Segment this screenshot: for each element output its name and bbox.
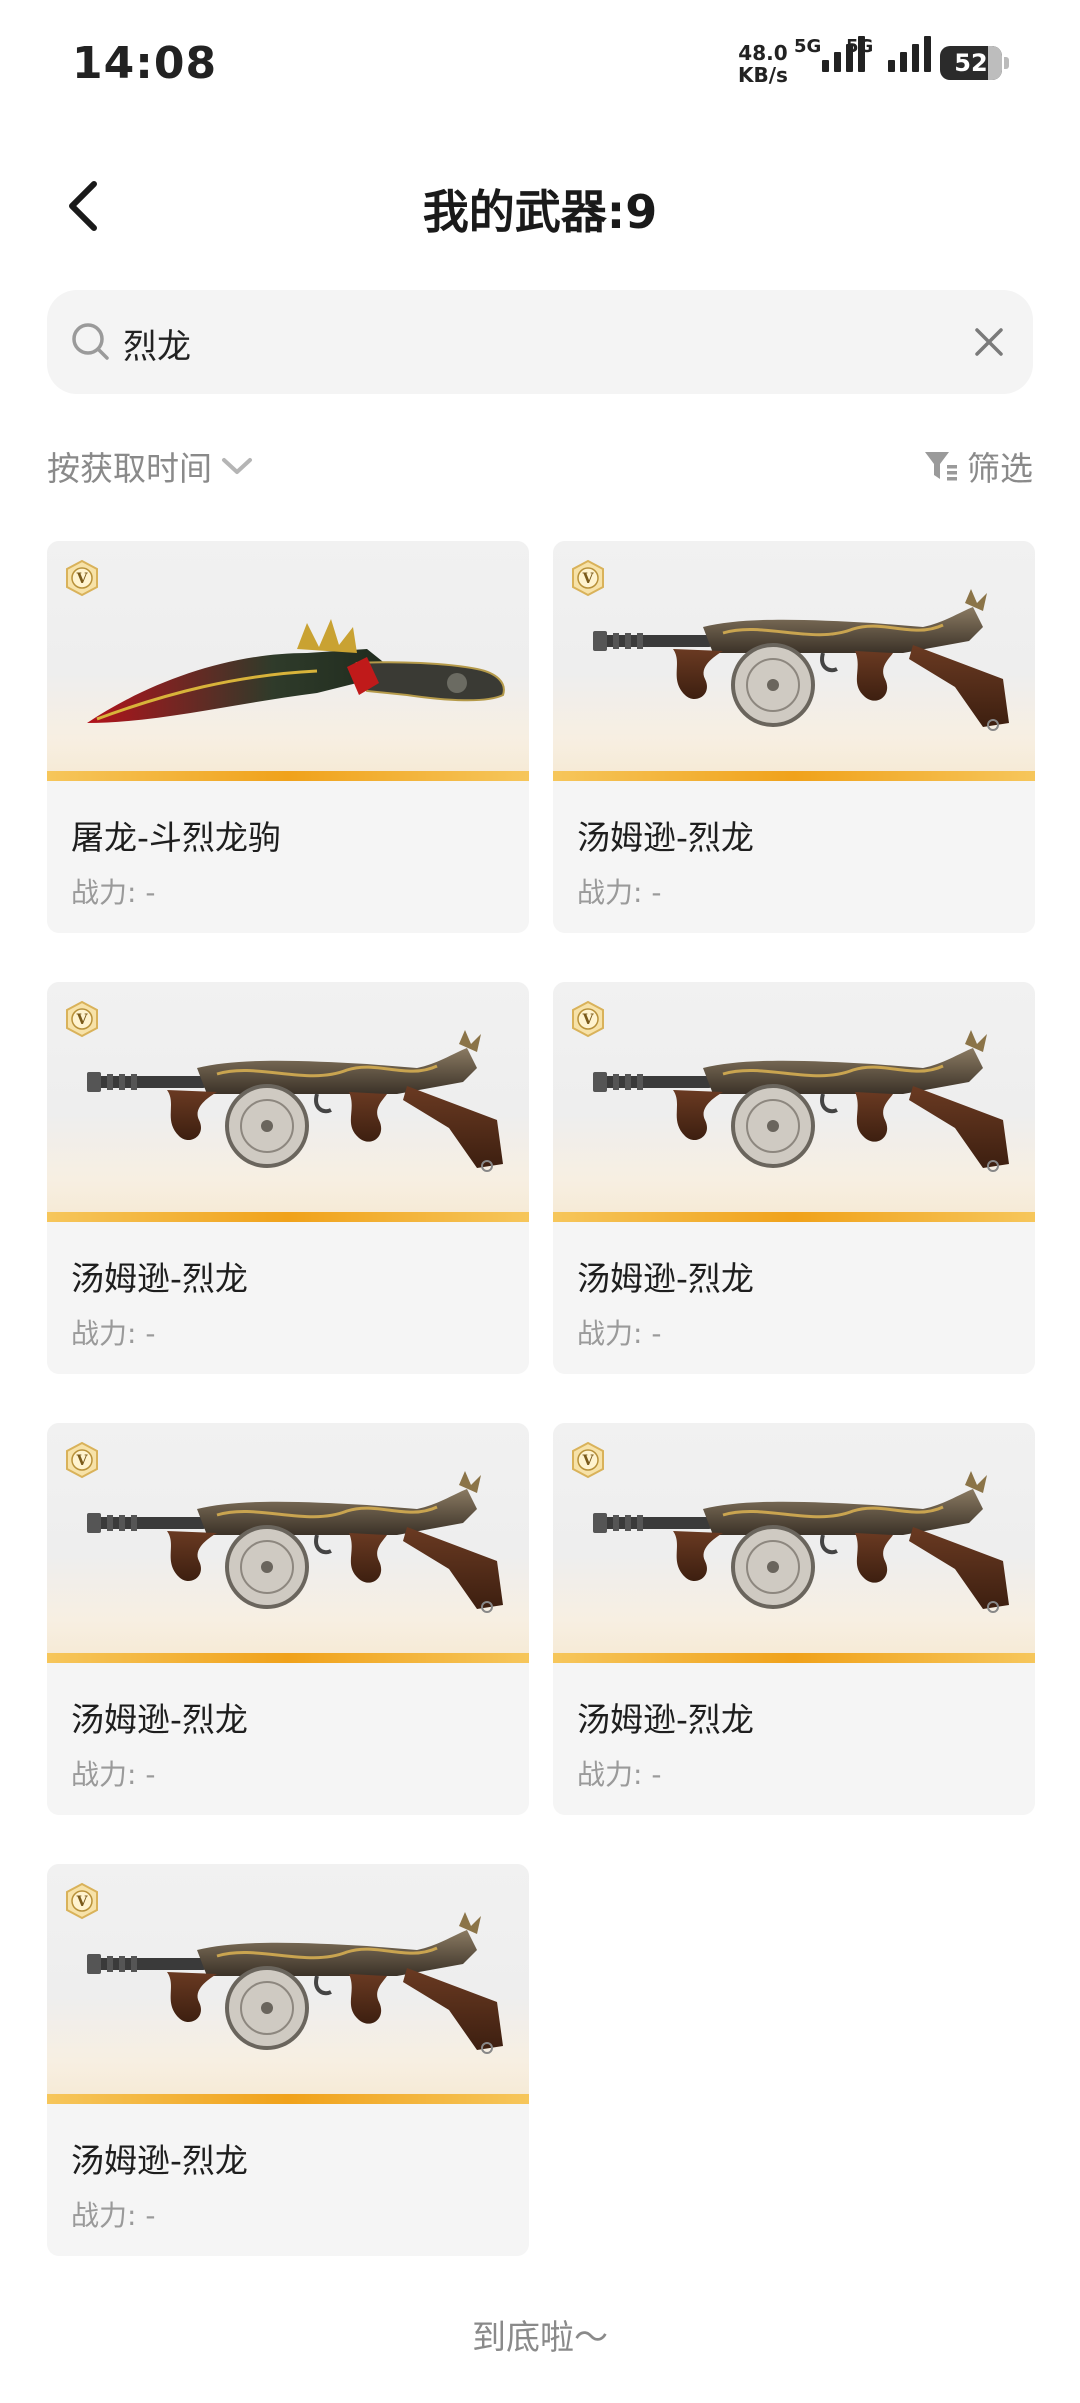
weapon-power: 战力: - bbox=[577, 1317, 662, 1350]
chevron-down-icon bbox=[222, 458, 252, 474]
weapon-name: 汤姆逊-烈龙 bbox=[71, 2141, 248, 2180]
weapon-name: 屠龙-斗烈龙驹 bbox=[71, 818, 281, 857]
knife-icon bbox=[87, 619, 505, 723]
signal-icon-2: 5G bbox=[846, 36, 931, 72]
smg-icon bbox=[591, 587, 1011, 732]
weapon-image: V bbox=[47, 541, 529, 781]
weapon-power: 战力: - bbox=[577, 1758, 662, 1791]
weapon-image bbox=[47, 1423, 529, 1663]
smg-icon bbox=[85, 1910, 505, 2055]
weapon-card[interactable]: 汤姆逊-烈龙 战力: - bbox=[553, 982, 1035, 1374]
weapon-card[interactable]: V 屠龙-斗烈龙驹 战力: - bbox=[47, 541, 529, 933]
weapon-name: 汤姆逊-烈龙 bbox=[577, 818, 754, 857]
weapon-power: 战力: - bbox=[71, 1758, 156, 1791]
weapon-card[interactable]: 汤姆逊-烈龙 战力: - bbox=[553, 541, 1035, 933]
weapon-card[interactable]: 汤姆逊-烈龙 战力: - bbox=[47, 1423, 529, 1815]
weapon-power: 战力: - bbox=[71, 1317, 156, 1350]
sort-dropdown[interactable]: 按获取时间 bbox=[47, 442, 254, 490]
search-input[interactable] bbox=[121, 312, 945, 374]
weapon-card[interactable]: 汤姆逊-烈龙 战力: - bbox=[47, 1864, 529, 2256]
smg-icon bbox=[591, 1469, 1011, 1614]
filter-button[interactable]: 筛选 bbox=[923, 442, 1033, 490]
weapon-name: 汤姆逊-烈龙 bbox=[577, 1259, 754, 1298]
status-bar: 14:08 48.0 KB/s 5G 5G 52 bbox=[0, 0, 1080, 130]
filter-icon bbox=[925, 452, 957, 481]
search-icon bbox=[72, 323, 109, 360]
weapon-image bbox=[553, 982, 1035, 1222]
weapon-name: 汤姆逊-烈龙 bbox=[71, 1700, 248, 1739]
page-title: 我的武器:9 bbox=[422, 185, 658, 239]
end-of-list-text: 到底啦～ bbox=[472, 2318, 608, 2358]
smg-icon bbox=[85, 1469, 505, 1614]
weapon-image bbox=[47, 982, 529, 1222]
battery-icon: 52 bbox=[940, 46, 1009, 80]
smg-icon bbox=[591, 1028, 1011, 1173]
weapon-power: 战力: - bbox=[71, 876, 156, 909]
weapon-power: 战力: - bbox=[577, 876, 662, 909]
weapon-image bbox=[553, 541, 1035, 781]
weapon-image bbox=[47, 1864, 529, 2104]
weapon-name: 汤姆逊-烈龙 bbox=[577, 1700, 754, 1739]
smg-icon bbox=[85, 1028, 505, 1173]
network-speed: 48.0 KB/s bbox=[738, 41, 788, 87]
search-bar bbox=[47, 290, 1033, 394]
clear-search-button[interactable] bbox=[967, 320, 1011, 364]
weapon-power: 战力: - bbox=[71, 2199, 156, 2232]
sort-label: 按获取时间 bbox=[47, 449, 212, 488]
weapon-image bbox=[553, 1423, 1035, 1663]
weapon-name: 汤姆逊-烈龙 bbox=[71, 1259, 248, 1298]
status-time: 14:08 bbox=[72, 38, 218, 89]
weapon-card[interactable]: 汤姆逊-烈龙 战力: - bbox=[47, 982, 529, 1374]
weapon-card[interactable]: 汤姆逊-烈龙 战力: - bbox=[553, 1423, 1035, 1815]
filter-label: 筛选 bbox=[967, 449, 1033, 488]
